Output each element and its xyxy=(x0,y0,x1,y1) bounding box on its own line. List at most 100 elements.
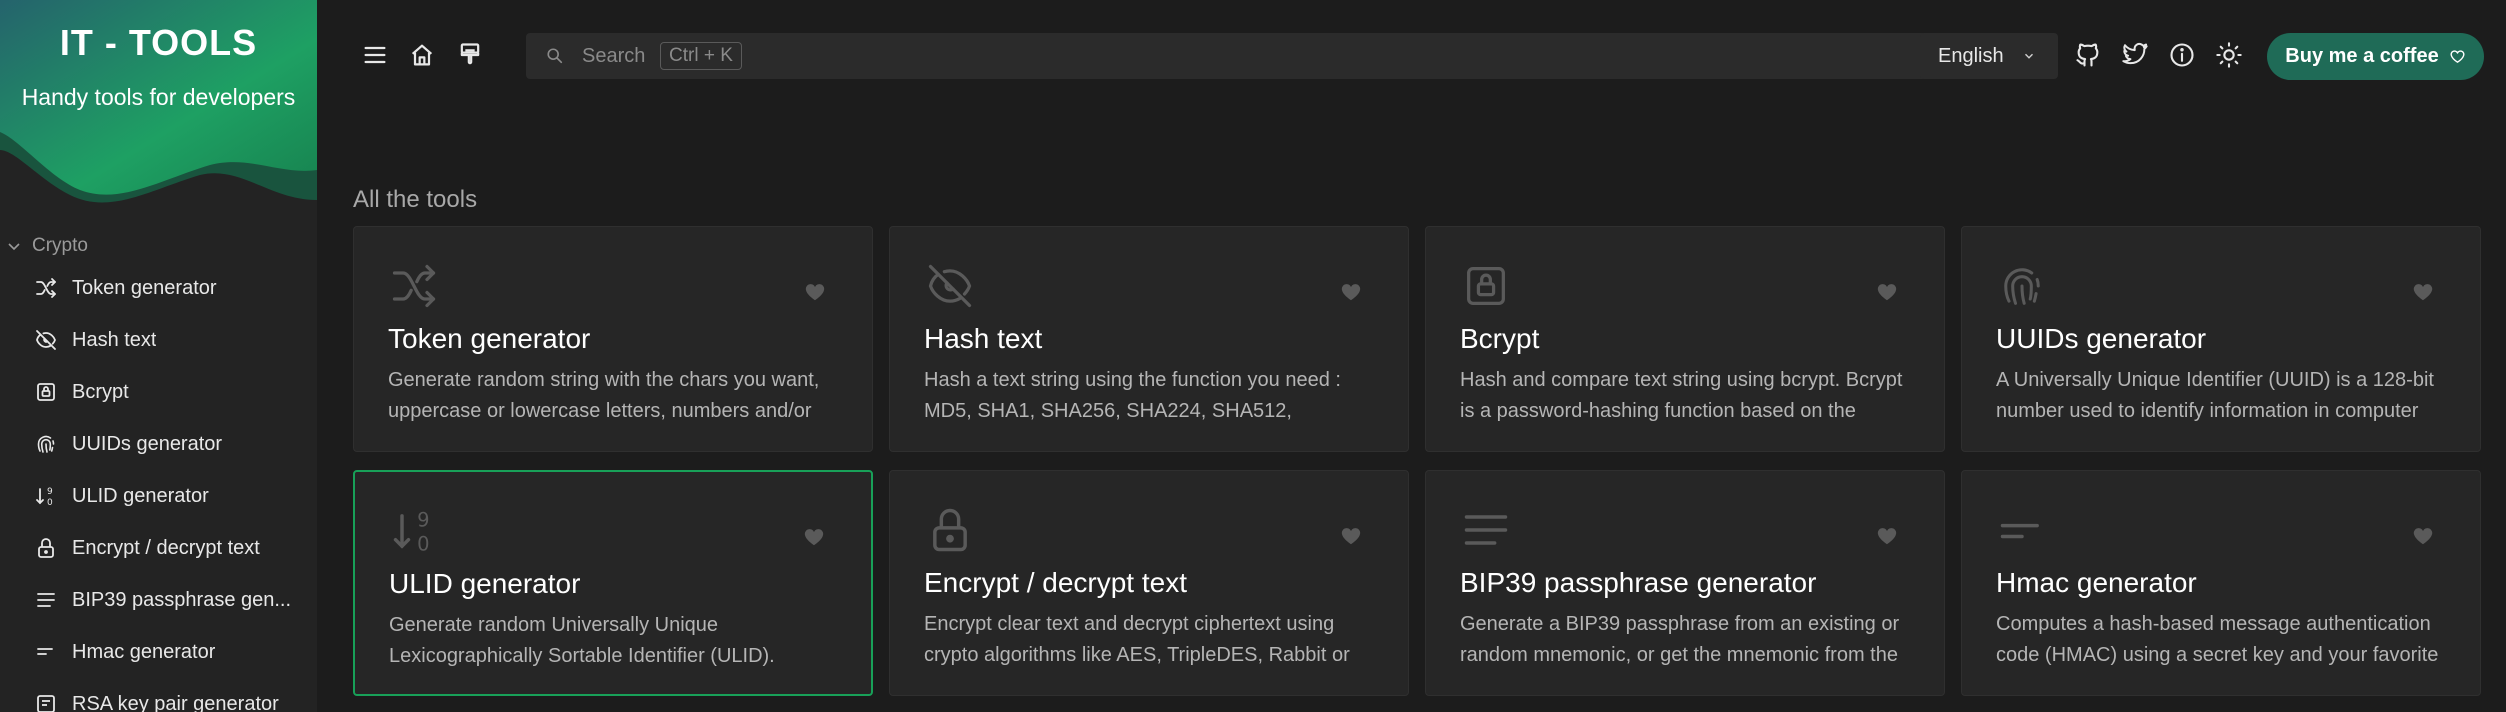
tool-card-token-generator[interactable]: Token generator Generate random string w… xyxy=(353,226,873,452)
tool-card-title: Bcrypt xyxy=(1460,323,1540,354)
tool-card-description: Hash and compare text string using bcryp… xyxy=(1460,369,1903,422)
lock-icon xyxy=(933,508,967,552)
info-icon xyxy=(2170,43,2194,67)
brand-header[interactable]: IT - TOOLS Handy tools for developers xyxy=(0,0,317,215)
lock-square-icon xyxy=(1467,267,1505,305)
github-icon xyxy=(2076,43,2099,67)
chevron-down-icon xyxy=(8,243,20,251)
eye-off-icon xyxy=(928,264,972,308)
hamburger-menu-icon xyxy=(364,46,386,64)
twitter-link[interactable] xyxy=(2118,38,2152,72)
svg-text:0: 0 xyxy=(417,533,429,556)
theme-toggle-button[interactable] xyxy=(2212,38,2246,72)
tool-card-hash-text[interactable]: Hash text Hash a text string using the f… xyxy=(889,226,1409,452)
sidebar-item-label: Encrypt / decrypt text xyxy=(72,536,260,559)
sidebar-item-hash-text[interactable]: Hash text xyxy=(0,314,317,366)
search-icon xyxy=(547,48,563,64)
sidebar-item-hmac-generator[interactable]: Hmac generator xyxy=(0,626,317,678)
sidebar: IT - TOOLS Handy tools for developers Cr… xyxy=(0,0,317,712)
app: IT - TOOLS Handy tools for developers Cr… xyxy=(0,0,2506,712)
ui-lib-button[interactable] xyxy=(453,38,487,72)
language-select[interactable]: English xyxy=(1920,33,2058,79)
sidebar-item-token-generator[interactable]: Token generator xyxy=(0,262,317,314)
home-icon xyxy=(411,44,433,66)
search-shortcut-badge: Ctrl + K xyxy=(660,42,742,70)
section-title: All the tools xyxy=(353,186,478,213)
paint-brush-icon xyxy=(460,43,480,65)
chevron-down-icon xyxy=(2024,53,2033,59)
favorite-heart-icon[interactable] xyxy=(2412,525,2434,547)
about-button[interactable] xyxy=(2165,38,2199,72)
language-select-value: English xyxy=(1938,44,2004,67)
favorite-heart-icon[interactable] xyxy=(1876,525,1898,547)
fingerprint-icon xyxy=(2004,268,2040,305)
tool-card-bcrypt[interactable]: Bcrypt Hash and compare text string usin… xyxy=(1425,226,1945,452)
sort-numeric-icon: 90 xyxy=(36,487,53,508)
tool-card-title: ULID generator xyxy=(389,568,581,599)
sidebar-item-ulid-generator[interactable]: 90 ULID generator xyxy=(0,470,317,522)
tool-card-description: Generate random string with the chars yo… xyxy=(388,369,820,422)
coffee-button-label: Buy me a coffee xyxy=(2285,45,2439,67)
nav-group-label: Crypto xyxy=(32,235,88,256)
sidebar-item-rsa-key-pair-generator[interactable]: RSA key pair generator xyxy=(0,678,317,712)
shuffle-icon xyxy=(392,264,436,308)
github-link[interactable] xyxy=(2071,38,2105,72)
sidebar-item-label: RSA key pair generator xyxy=(72,692,279,712)
home-button[interactable] xyxy=(405,38,439,72)
tool-card-title: Hash text xyxy=(924,323,1043,354)
sidebar-item-bip39-passphrase-generator[interactable]: BIP39 passphrase gen... xyxy=(0,574,317,626)
shuffle-icon xyxy=(36,278,56,298)
favorite-heart-icon[interactable] xyxy=(2412,281,2434,303)
tool-card-encrypt-decrypt-text[interactable]: Encrypt / decrypt text Encrypt clear tex… xyxy=(889,470,1409,696)
svg-text:9: 9 xyxy=(47,487,53,497)
sidebar-nav: Crypto Token generator Hash text Bcrypt … xyxy=(0,230,317,712)
tool-card-ulid-generator[interactable]: 90 ULID generator Generate random Univer… xyxy=(353,470,873,696)
lock-square-icon xyxy=(37,383,55,401)
tool-card-title: Encrypt / decrypt text xyxy=(924,567,1187,598)
nav-group-crypto[interactable]: Crypto xyxy=(0,230,317,262)
svg-text:9: 9 xyxy=(417,509,429,532)
search-bar[interactable]: Ctrl + K xyxy=(526,33,1926,79)
heart-icon xyxy=(2450,50,2465,63)
tool-card-bip39-passphrase-generator[interactable]: BIP39 passphrase generator Generate a BI… xyxy=(1425,470,1945,696)
search-input[interactable] xyxy=(582,44,656,68)
tool-card-description: Generate a BIP39 passphrase from an exis… xyxy=(1460,613,1900,666)
sidebar-item-label: ULID generator xyxy=(72,484,209,507)
short-lines-icon xyxy=(2000,523,2039,539)
certificate-icon xyxy=(37,695,55,712)
twitter-icon xyxy=(2122,42,2148,65)
favorite-heart-icon[interactable] xyxy=(1340,525,1362,547)
menu-toggle-button[interactable] xyxy=(358,38,392,72)
tool-card-title: BIP39 passphrase generator xyxy=(1460,567,1817,598)
sun-icon xyxy=(2216,42,2242,68)
brand-title: IT - TOOLS xyxy=(59,22,258,63)
sidebar-item-label: BIP39 passphrase gen... xyxy=(72,588,292,611)
tool-card-title: Token generator xyxy=(388,323,591,354)
lines-icon xyxy=(1464,515,1508,545)
brand-subtitle: Handy tools for developers xyxy=(21,84,296,110)
favorite-heart-icon[interactable] xyxy=(804,281,826,303)
favorite-heart-icon[interactable] xyxy=(1876,281,1898,303)
tool-card-description: A Universally Unique Identifier (UUID) i… xyxy=(1996,369,2434,422)
favorite-heart-icon[interactable] xyxy=(1340,281,1362,303)
fingerprint-icon xyxy=(37,435,55,453)
sidebar-item-encrypt-decrypt-text[interactable]: Encrypt / decrypt text xyxy=(0,522,317,574)
sidebar-item-label: Token generator xyxy=(72,276,217,299)
tool-card-description: Generate random Universally Unique Lexic… xyxy=(389,614,775,667)
sidebar-item-bcrypt[interactable]: Bcrypt xyxy=(0,366,317,418)
tool-card-description: Computes a hash-based message authentica… xyxy=(1996,613,2439,666)
sidebar-item-label: Bcrypt xyxy=(72,380,129,403)
sidebar-item-label: Hash text xyxy=(72,328,157,351)
topbar: Ctrl + K English Buy me a coffee xyxy=(317,0,2506,112)
tool-card-uuids-generator[interactable]: UUIDs generator A Universally Unique Ide… xyxy=(1961,226,2481,452)
buy-me-a-coffee-button[interactable]: Buy me a coffee xyxy=(2267,33,2484,80)
sort-numeric-icon: 90 xyxy=(393,509,430,556)
svg-text:0: 0 xyxy=(47,498,53,508)
sidebar-item-label: Hmac generator xyxy=(72,640,216,663)
tool-card-description: Encrypt clear text and decrypt ciphertex… xyxy=(924,613,1350,666)
tool-card-hmac-generator[interactable]: Hmac generator Computes a hash-based mes… xyxy=(1961,470,2481,696)
favorite-heart-icon[interactable] xyxy=(803,526,825,548)
sidebar-item-uuids-generator[interactable]: UUIDs generator xyxy=(0,418,317,470)
short-lines-icon xyxy=(37,648,53,655)
sidebar-item-label: UUIDs generator xyxy=(72,432,223,455)
